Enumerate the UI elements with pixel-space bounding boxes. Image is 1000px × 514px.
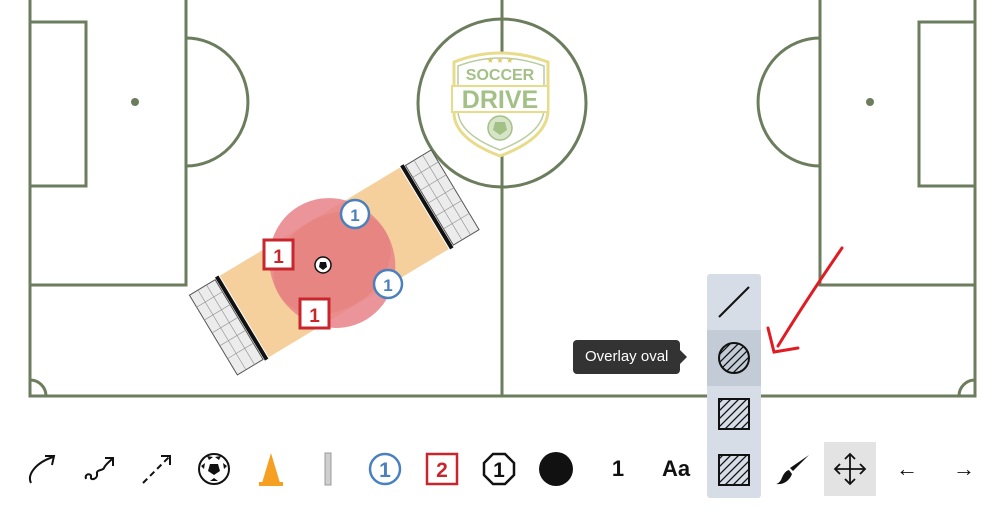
overlay-oval-option[interactable]	[707, 330, 761, 386]
logo-line2: DRIVE	[462, 86, 538, 114]
left-penalty-arc	[185, 36, 250, 168]
soccer-ball-icon	[198, 453, 230, 485]
hatched-rectangle-icon	[718, 398, 750, 430]
number-tool[interactable]: 1	[592, 442, 644, 496]
svg-text:1: 1	[309, 306, 320, 327]
svg-text:2: 2	[436, 459, 448, 482]
hatched-square-icon	[718, 454, 750, 486]
move-tool[interactable]	[824, 442, 876, 496]
player-blue-2[interactable]: 1	[372, 268, 404, 300]
text-tool-label: Aa	[661, 456, 691, 481]
squiggle-arrow-icon	[84, 457, 114, 481]
svg-text:1: 1	[383, 276, 392, 295]
dashed-arrow-icon	[142, 455, 171, 484]
dashed-arrow-tool[interactable]	[131, 442, 183, 496]
overlay-oval-tooltip: Overlay oval	[573, 340, 688, 374]
corner-arc-left	[29, 378, 48, 397]
right-penalty-arc	[756, 36, 821, 168]
octagon-player-icon: 1	[482, 452, 516, 486]
curved-arrow-icon	[29, 455, 56, 484]
octagon-player-tool[interactable]: 1	[473, 442, 525, 496]
black-dot-tool[interactable]	[530, 442, 582, 496]
svg-text:1: 1	[273, 247, 284, 268]
player-red-2[interactable]: 1	[298, 297, 331, 330]
text-tool[interactable]: Aa	[650, 442, 702, 496]
move-icon	[833, 452, 867, 486]
drill-area[interactable]	[179, 133, 489, 391]
undo-arrow-icon: ←	[896, 456, 918, 481]
annotation-arrow	[766, 246, 844, 354]
redo-arrow-icon: →	[953, 456, 975, 481]
hatched-rectangle-option[interactable]	[707, 386, 761, 442]
curved-arrow-tool[interactable]	[17, 442, 69, 496]
soccer-ball[interactable]	[314, 256, 332, 274]
svg-text:1: 1	[493, 459, 505, 482]
right-penalty-area	[818, 0, 975, 287]
pole-tool[interactable]	[302, 442, 354, 496]
svg-text:1: 1	[379, 459, 391, 482]
right-goal-area	[917, 20, 975, 188]
soccer-drive-logo: ★ ★ ★ SOCCER DRIVE	[451, 51, 550, 158]
line-icon	[718, 286, 750, 318]
red-player-icon: 2	[425, 452, 459, 486]
left-goal-area	[30, 20, 88, 188]
overlay-oval-icon	[718, 342, 750, 374]
svg-text:1: 1	[350, 206, 359, 225]
logo-star: ★ ★ ★	[487, 56, 514, 65]
cone-tool[interactable]	[245, 442, 297, 496]
blue-player-tool[interactable]: 1	[359, 442, 411, 496]
logo-line1: SOCCER	[466, 67, 535, 84]
brush-icon	[776, 455, 809, 485]
number-tool-label: 1	[611, 456, 625, 481]
right-penalty-spot	[866, 98, 874, 106]
black-dot-icon	[539, 452, 573, 486]
player-red-1[interactable]: 1	[262, 238, 295, 271]
left-penalty-spot	[131, 98, 139, 106]
line-shape-option[interactable]	[707, 274, 761, 330]
redo-button[interactable]: →	[938, 442, 990, 496]
blue-player-icon: 1	[368, 452, 402, 486]
squiggle-arrow-tool[interactable]	[74, 442, 126, 496]
hatched-square-option[interactable]	[707, 442, 761, 498]
player-blue-1[interactable]: 1	[339, 198, 371, 230]
undo-button[interactable]: ←	[881, 442, 933, 496]
ball-tool[interactable]	[188, 442, 240, 496]
shape-menu	[707, 274, 761, 498]
left-penalty-area	[30, 0, 188, 287]
corner-arc-right	[957, 378, 976, 397]
cone-icon	[259, 453, 283, 486]
brush-tool[interactable]	[767, 442, 819, 496]
red-player-tool[interactable]: 2	[416, 442, 468, 496]
pole-icon	[324, 452, 332, 486]
soccer-pitch[interactable]: ★ ★ ★ SOCCER DRIVE 1 1 1 1	[0, 0, 1000, 514]
